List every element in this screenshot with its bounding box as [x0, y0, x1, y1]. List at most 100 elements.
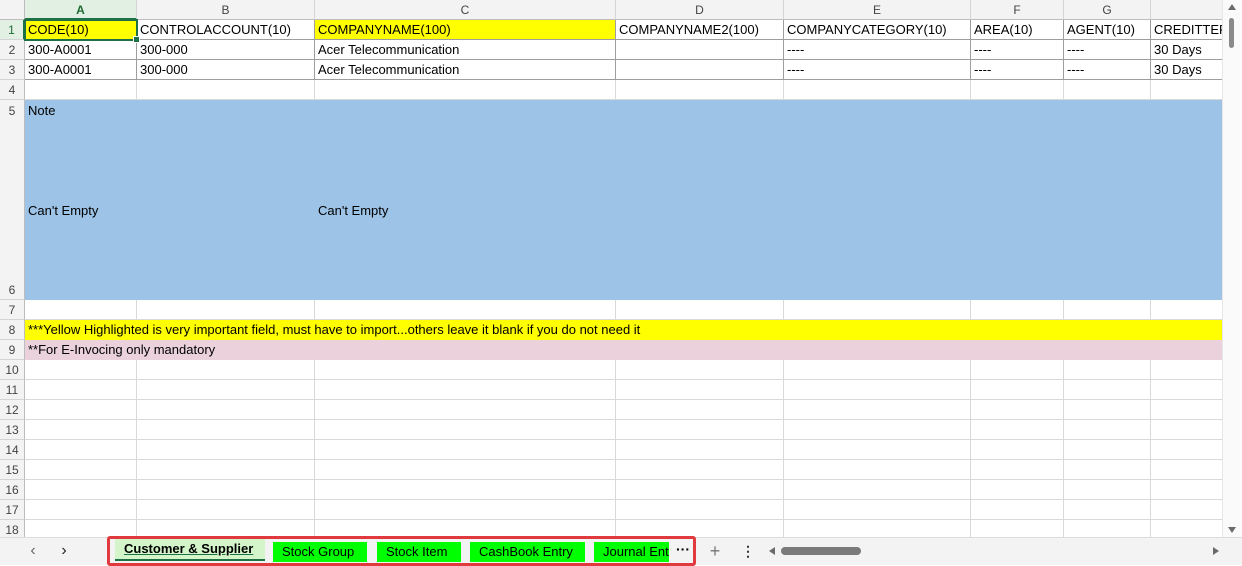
- cell-e12[interactable]: [784, 400, 971, 420]
- horizontal-scroll-thumb[interactable]: [781, 547, 861, 555]
- cell-h11[interactable]: [1151, 380, 1222, 400]
- cell-a14[interactable]: [25, 440, 137, 460]
- row-header-7[interactable]: 7: [0, 300, 25, 320]
- cell-f14[interactable]: [971, 440, 1064, 460]
- cell-e1[interactable]: COMPANYCATEGORY(10): [784, 20, 971, 40]
- cell-f11[interactable]: [971, 380, 1064, 400]
- scroll-up-icon[interactable]: [1228, 4, 1236, 10]
- row-header-16[interactable]: 16: [0, 480, 25, 500]
- cell-f18[interactable]: [971, 520, 1064, 537]
- important-note-row[interactable]: ***Yellow Highlighted is very important …: [25, 320, 1222, 340]
- col-header-e[interactable]: E: [784, 0, 971, 20]
- cell-b4[interactable]: [137, 80, 315, 100]
- select-all-corner[interactable]: [0, 0, 25, 20]
- tab-journal-entry[interactable]: Journal Entry: [594, 542, 669, 562]
- row-header-11[interactable]: 11: [0, 380, 25, 400]
- row-header-17[interactable]: 17: [0, 500, 25, 520]
- cell-g13[interactable]: [1064, 420, 1151, 440]
- cell-d3[interactable]: [616, 60, 784, 80]
- cell-e10[interactable]: [784, 360, 971, 380]
- cell-h15[interactable]: [1151, 460, 1222, 480]
- cell-e7[interactable]: [784, 300, 971, 320]
- cell-c11[interactable]: [315, 380, 616, 400]
- cell-d15[interactable]: [616, 460, 784, 480]
- cell-b3[interactable]: 300-000: [137, 60, 315, 80]
- cell-g7[interactable]: [1064, 300, 1151, 320]
- cell-e17[interactable]: [784, 500, 971, 520]
- cell-a11[interactable]: [25, 380, 137, 400]
- cell-d2[interactable]: [616, 40, 784, 60]
- cell-h4[interactable]: [1151, 80, 1222, 100]
- cell-d11[interactable]: [616, 380, 784, 400]
- cell-g10[interactable]: [1064, 360, 1151, 380]
- next-sheet-icon[interactable]: ›: [51, 538, 77, 565]
- row-header-5[interactable]: 5: [0, 100, 25, 120]
- cell-h3[interactable]: 30 Days: [1151, 60, 1222, 80]
- cell-g12[interactable]: [1064, 400, 1151, 420]
- col-header-f[interactable]: F: [971, 0, 1064, 20]
- cell-b10[interactable]: [137, 360, 315, 380]
- cell-g16[interactable]: [1064, 480, 1151, 500]
- cell-g2[interactable]: ----: [1064, 40, 1151, 60]
- cell-f13[interactable]: [971, 420, 1064, 440]
- cell-c17[interactable]: [315, 500, 616, 520]
- cell-h7[interactable]: [1151, 300, 1222, 320]
- cell-b13[interactable]: [137, 420, 315, 440]
- cell-b17[interactable]: [137, 500, 315, 520]
- cell-f12[interactable]: [971, 400, 1064, 420]
- cell-e3[interactable]: ----: [784, 60, 971, 80]
- cell-a12[interactable]: [25, 400, 137, 420]
- cell-b1[interactable]: CONTROLACCOUNT(10): [137, 20, 315, 40]
- note-band[interactable]: Note Can't Empty Can't Empty: [25, 100, 1222, 300]
- cell-b14[interactable]: [137, 440, 315, 460]
- cell-a4[interactable]: [25, 80, 137, 100]
- cell-h14[interactable]: [1151, 440, 1222, 460]
- cell-h16[interactable]: [1151, 480, 1222, 500]
- row-header-9[interactable]: 9: [0, 340, 25, 360]
- prev-sheet-icon[interactable]: ‹: [20, 538, 46, 565]
- cell-h2[interactable]: 30 Days: [1151, 40, 1222, 60]
- row-header-12[interactable]: 12: [0, 400, 25, 420]
- cell-g3[interactable]: ----: [1064, 60, 1151, 80]
- cell-a17[interactable]: [25, 500, 137, 520]
- scroll-down-icon[interactable]: [1228, 527, 1236, 533]
- cell-g11[interactable]: [1064, 380, 1151, 400]
- col-header-a[interactable]: A: [25, 0, 137, 20]
- tab-cashbook-entry[interactable]: CashBook Entry: [470, 542, 585, 562]
- cell-f15[interactable]: [971, 460, 1064, 480]
- cell-c13[interactable]: [315, 420, 616, 440]
- cell-e18[interactable]: [784, 520, 971, 537]
- cell-c10[interactable]: [315, 360, 616, 380]
- row-header-4[interactable]: 4: [0, 80, 25, 100]
- col-header-g[interactable]: G: [1064, 0, 1151, 20]
- col-header-c[interactable]: C: [315, 0, 616, 20]
- cell-a7[interactable]: [25, 300, 137, 320]
- cell-c18[interactable]: [315, 520, 616, 537]
- cell-a18[interactable]: [25, 520, 137, 537]
- cell-f2[interactable]: ----: [971, 40, 1064, 60]
- row-header-6[interactable]: 6: [0, 120, 25, 300]
- cell-f10[interactable]: [971, 360, 1064, 380]
- cell-g17[interactable]: [1064, 500, 1151, 520]
- row-header-18[interactable]: 18: [0, 520, 25, 537]
- cell-d16[interactable]: [616, 480, 784, 500]
- col-header-h[interactable]: H: [1151, 0, 1222, 20]
- scroll-right-icon[interactable]: [1213, 547, 1219, 555]
- cell-e15[interactable]: [784, 460, 971, 480]
- col-header-b[interactable]: B: [137, 0, 315, 20]
- row-header-8[interactable]: 8: [0, 320, 25, 340]
- cell-a16[interactable]: [25, 480, 137, 500]
- sheet-options-icon[interactable]: ⋮: [738, 538, 758, 565]
- row-header-2[interactable]: 2: [0, 40, 25, 60]
- cell-e14[interactable]: [784, 440, 971, 460]
- cell-b16[interactable]: [137, 480, 315, 500]
- vertical-scrollbar[interactable]: [1222, 0, 1242, 537]
- cell-e11[interactable]: [784, 380, 971, 400]
- tab-stock-group[interactable]: Stock Group: [273, 542, 367, 562]
- cell-f4[interactable]: [971, 80, 1064, 100]
- cell-d12[interactable]: [616, 400, 784, 420]
- cell-a3[interactable]: 300-A0001: [25, 60, 137, 80]
- row-header-13[interactable]: 13: [0, 420, 25, 440]
- cell-f1[interactable]: AREA(10): [971, 20, 1064, 40]
- cell-c2[interactable]: Acer Telecommunication: [315, 40, 616, 60]
